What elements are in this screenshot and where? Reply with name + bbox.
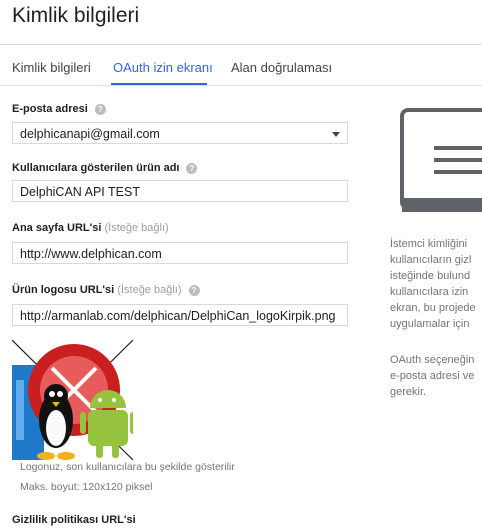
homepage-url-input[interactable]: http://www.delphican.com <box>12 242 348 264</box>
email-select[interactable]: delphicanapi@gmail.com <box>12 122 348 144</box>
homepage-url-optional: (İsteğe bağlı) <box>104 222 169 234</box>
side-line: İstemci kimliğini <box>390 238 468 250</box>
product-name-input[interactable]: DelphiCAN API TEST <box>12 180 348 202</box>
privacy-policy-label: Gizlilik politikası URL'si <box>12 514 136 526</box>
logo-url-input[interactable]: http://armanlab.com/delphican/DelphiCan_… <box>12 304 348 326</box>
homepage-url-label: Ana sayfa URL'si (İsteğe bağlı) <box>12 222 169 234</box>
side-line: ekran, bu projede <box>390 302 476 314</box>
side-description-2: OAuth seçeneğin e-posta adresi ve gereki… <box>390 352 474 400</box>
product-name-label-text: Kullanıcılara gösterilen ürün adı <box>12 162 180 174</box>
help-icon[interactable]: ? <box>186 162 198 174</box>
homepage-url-label-text: Ana sayfa URL'si <box>12 222 102 234</box>
side-line: uygulamalar için <box>390 318 470 330</box>
side-line: gerekir. <box>390 386 427 398</box>
side-line: kullanıcılara izin <box>390 286 469 298</box>
chevron-down-icon <box>332 132 340 137</box>
page-title: Kimlik bilgileri <box>12 4 140 27</box>
help-icon[interactable]: ? <box>94 103 106 115</box>
title-divider <box>0 44 482 45</box>
logo-url-optional: (İsteğe bağlı) <box>117 284 182 296</box>
side-line: OAuth seçeneğin <box>390 354 475 366</box>
email-label-text: E-posta adresi <box>12 103 88 115</box>
logo-url-label: Ürün logosu URL'si (İsteğe bağlı)? <box>12 284 200 296</box>
logo-hint: Logonuz, son kullanıcılara bu şekilde gö… <box>20 461 235 473</box>
email-label: E-posta adresi? <box>12 103 106 115</box>
logo-url-label-text: Ürün logosu URL'si <box>12 284 115 296</box>
laptop-consent-screen-icon <box>400 108 482 212</box>
logo-size-hint: Maks. boyut: 120x120 piksel <box>20 481 153 493</box>
side-line: e-posta adresi ve <box>390 370 475 382</box>
side-description-1: İstemci kimliğini kullanıcıların gizl is… <box>390 236 476 332</box>
tabs-divider <box>0 85 482 86</box>
logo-preview <box>12 340 133 460</box>
product-name-label: Kullanıcılara gösterilen ürün adı? <box>12 162 198 174</box>
tab-oauth-consent[interactable]: OAuth izin ekranı <box>113 60 213 75</box>
tab-credentials[interactable]: Kimlik bilgileri <box>12 60 91 75</box>
side-line: isteğinde bulund <box>390 270 471 282</box>
email-select-value: delphicanapi@gmail.com <box>20 127 160 141</box>
help-icon[interactable]: ? <box>188 284 200 296</box>
side-line: kullanıcıların gizl <box>390 254 472 266</box>
tab-domain-verification[interactable]: Alan doğrulaması <box>231 60 332 75</box>
